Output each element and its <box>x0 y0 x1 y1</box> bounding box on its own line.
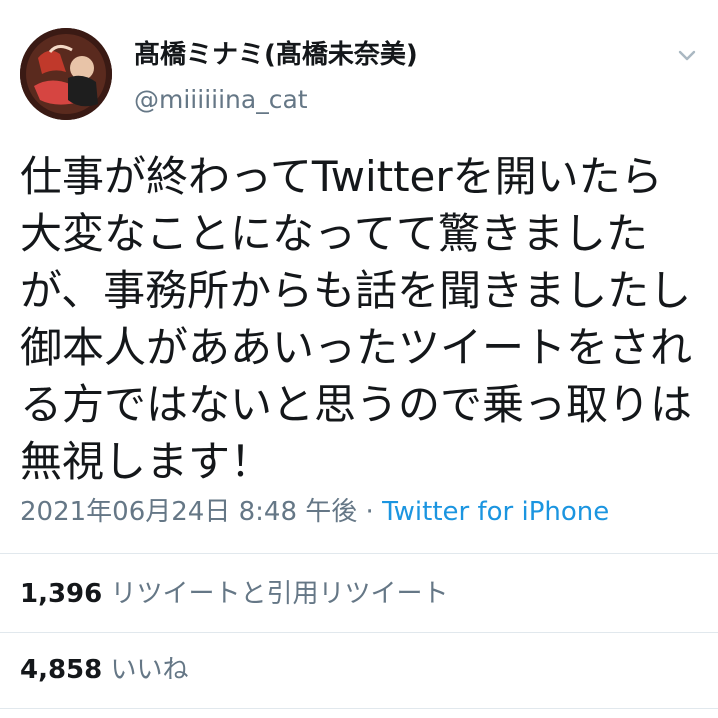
display-name[interactable]: 髙橋ミナミ(髙橋未奈美) <box>134 38 418 72</box>
chevron-down-icon[interactable] <box>674 42 700 68</box>
source-link[interactable]: Twitter for iPhone <box>382 497 609 527</box>
retweets-label: リツイートと引用リツイート <box>110 579 449 609</box>
tweet-text-line: 無視します！ <box>20 437 273 486</box>
retweets-count: 1,396 <box>20 579 103 609</box>
user-handle[interactable]: @miiiiiina_cat <box>134 84 308 116</box>
divider <box>0 708 718 709</box>
tweet-text-line: る方ではないと思うので乗っ取りは <box>20 380 693 429</box>
likes-stat[interactable]: 4,858 いいね <box>20 652 189 688</box>
tweet-meta: 2021年06月24日 8:48 午後 · Twitter for iPhone <box>20 494 609 530</box>
retweets-stat[interactable]: 1,396 リツイートと引用リツイート <box>20 576 449 612</box>
divider <box>0 632 718 633</box>
tweet-card: 髙橋ミナミ(髙橋未奈美) @miiiiiina_cat 仕事が終わってTwitt… <box>0 0 718 718</box>
tweet-text-line: が、事務所からも話を聞きましたし <box>20 266 692 315</box>
divider <box>0 553 718 554</box>
tweet-text-line: 御本人がああいったツイートをされ <box>20 323 693 372</box>
meta-separator: · <box>357 497 383 527</box>
tweet-text: 仕事が終わってTwitterを開いたら 大変なことになってて驚きました が、事務… <box>20 148 710 490</box>
tweet-text-line: 大変なことになってて驚きました <box>20 209 648 258</box>
timestamp[interactable]: 2021年06月24日 8:48 午後 <box>20 497 357 527</box>
tweet-text-line: 仕事が終わってTwitterを開いたら <box>20 152 663 201</box>
avatar-image <box>20 28 112 120</box>
likes-count: 4,858 <box>20 655 103 685</box>
likes-label: いいね <box>110 655 189 685</box>
avatar[interactable] <box>20 28 112 120</box>
